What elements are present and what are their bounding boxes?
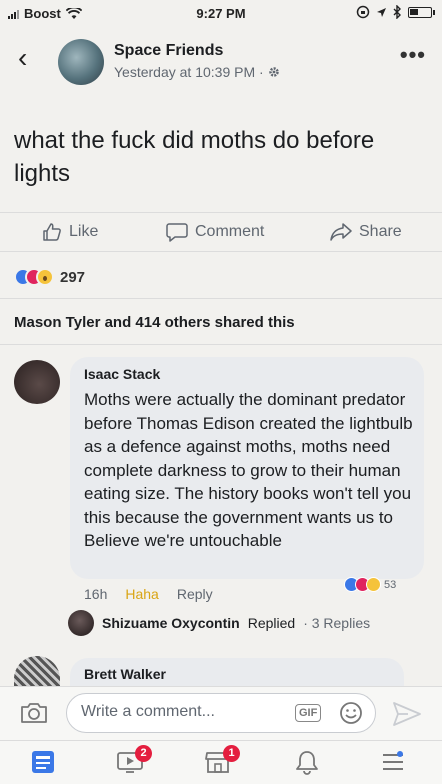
share-arrow-icon [330, 223, 352, 241]
post-actions-bar: Like Comment Share [0, 212, 442, 252]
reply-author: Shizuame Oxycontin [102, 615, 240, 631]
comment-author[interactable]: Brett Walker [84, 666, 166, 682]
post-text: what the fuck did moths do before lights [14, 127, 375, 187]
divider [0, 298, 442, 299]
news-feed-icon [32, 751, 54, 773]
comment-time: 16h [84, 586, 108, 602]
like-label: Like [69, 223, 99, 240]
commenter-avatar[interactable] [14, 656, 60, 686]
comment-reactions[interactable]: 53 [344, 577, 396, 592]
more-options-icon[interactable]: ••• [400, 42, 426, 68]
share-button[interactable]: Share [330, 222, 402, 242]
page-name[interactable]: Space Friends [114, 42, 223, 60]
commenter-avatar[interactable] [14, 360, 60, 404]
reply-action: Replied [247, 615, 296, 631]
reactions-summary[interactable]: 297 [14, 268, 85, 286]
divider [0, 344, 442, 345]
tab-videos[interactable]: 2 [116, 745, 152, 777]
reply-avatar [68, 610, 94, 636]
speech-bubble-icon [166, 223, 188, 242]
tab-marketplace[interactable]: 1 [204, 745, 240, 777]
comment-text: Moths were actually the dominant predato… [84, 390, 413, 550]
emoji-icon[interactable] [339, 701, 363, 725]
comment-input-wrapper: GIF [66, 693, 376, 733]
page-avatar[interactable] [58, 39, 104, 85]
comment-button[interactable]: Comment [166, 222, 264, 242]
location-arrow-icon [377, 7, 386, 17]
post-timestamp: Yesterday at 10:39 PM · [114, 64, 280, 80]
comment-composer: GIF [0, 686, 442, 740]
comment-reply-button[interactable]: Reply [177, 586, 213, 602]
haha-reaction-icon [366, 577, 381, 592]
shares-summary[interactable]: Mason Tyler and 414 others shared this [14, 314, 295, 331]
marketplace-badge: 1 [223, 745, 240, 762]
lock-rotation-icon [356, 5, 370, 19]
reaction-count: 297 [60, 268, 86, 286]
videos-badge: 2 [135, 745, 152, 762]
comment-meta: 16h Haha Reply [84, 586, 213, 602]
comment-haha-button[interactable]: Haha [125, 586, 158, 602]
reply-preview[interactable]: Shizuame Oxycontin Replied · 3 Replies [68, 610, 370, 636]
camera-icon[interactable] [20, 701, 48, 725]
bell-icon [296, 751, 318, 775]
like-button[interactable]: Like [42, 222, 98, 242]
tab-notifications[interactable] [294, 749, 324, 777]
battery-icon [408, 6, 435, 18]
comment-author[interactable]: Isaac Stack [84, 366, 160, 382]
status-bar: Boost 9:27 PM [0, 0, 442, 28]
send-icon[interactable] [392, 701, 422, 727]
bluetooth-icon [393, 5, 401, 19]
tab-menu[interactable] [380, 749, 410, 777]
gear-icon [268, 67, 279, 77]
reply-count: · 3 Replies [303, 615, 371, 631]
wow-reaction-icon [36, 268, 54, 286]
comment-label: Comment [195, 223, 265, 240]
share-label: Share [359, 223, 402, 240]
gif-button[interactable]: GIF [295, 704, 322, 722]
post-header: ‹ Space Friends Yesterday at 10:39 PM · … [0, 30, 442, 100]
reaction-icons [14, 268, 54, 286]
thumbs-up-icon [43, 223, 61, 241]
comment-reaction-count: 53 [384, 578, 397, 591]
tab-bar: 2 1 [0, 740, 442, 784]
status-icons [356, 5, 435, 19]
timestamp-text: Yesterday at 10:39 PM · [114, 64, 264, 80]
hamburger-menu-icon [383, 751, 403, 770]
tab-news-feed[interactable] [30, 749, 60, 777]
comment-input[interactable] [81, 703, 281, 721]
back-chevron-icon[interactable]: ‹ [18, 44, 27, 72]
